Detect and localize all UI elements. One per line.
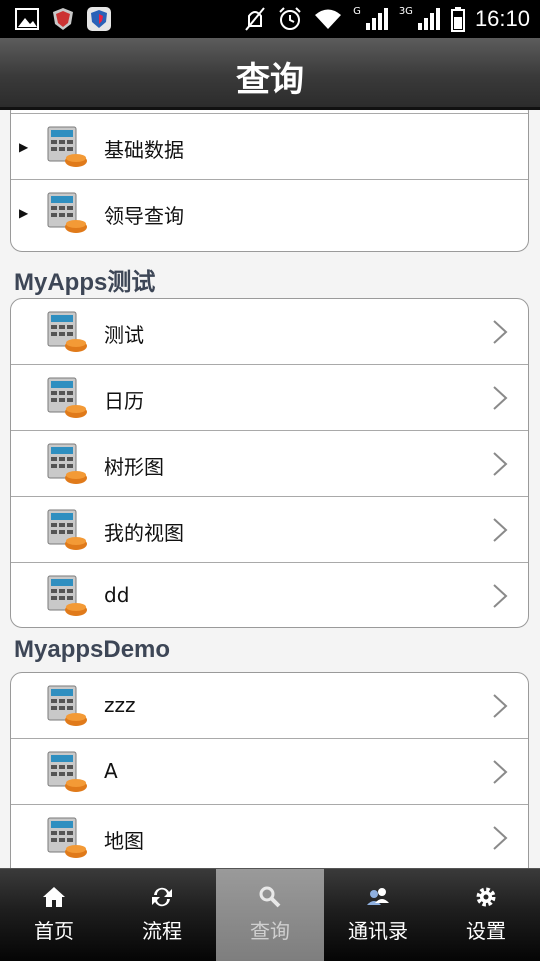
section-header-myapps-demo: MyappsDemo	[14, 636, 171, 663]
tab-contacts[interactable]: 通讯录	[324, 869, 432, 961]
calculator-icon	[47, 377, 87, 418]
list-item-label: 我的视图	[104, 521, 184, 545]
chevron-right-icon	[493, 826, 508, 850]
chevron-right-icon	[493, 320, 508, 344]
mute-icon	[245, 7, 265, 31]
calculator-icon	[47, 192, 87, 233]
calculator-icon	[47, 126, 87, 167]
tab-settings[interactable]: 设置	[432, 869, 540, 961]
calculator-icon	[47, 751, 87, 792]
expand-triangle-icon: ▶	[19, 206, 29, 220]
expand-triangle-icon: ▶	[19, 140, 29, 154]
group-myapps-demo: zzz A 地图	[10, 672, 529, 868]
group-myapps-test: 测试 日历 树形图 我的视图 dd	[10, 298, 529, 628]
chevron-right-icon	[493, 584, 508, 608]
list-item-dd[interactable]: dd	[11, 563, 528, 627]
list-item-label: 地图	[104, 829, 144, 853]
network-type-2: 3G	[398, 5, 413, 17]
clock: 16:10	[474, 6, 530, 31]
gear-icon	[476, 887, 496, 907]
search-icon	[259, 886, 281, 908]
list-item-my-view[interactable]: 我的视图	[11, 497, 528, 563]
tab-label: 流程	[142, 919, 182, 943]
chevron-right-icon	[493, 518, 508, 542]
list-item-label: zzz	[104, 693, 136, 717]
calculator-icon	[47, 509, 87, 550]
contacts-icon	[367, 888, 389, 905]
bottom-tab-bar: 首页 流程 查询 通讯录 设置	[0, 868, 540, 961]
title-bar: 查询	[0, 38, 540, 110]
list-item-label: 领导查询	[104, 204, 184, 228]
list-item-label: 日历	[104, 389, 144, 413]
calculator-icon	[47, 575, 87, 616]
home-icon	[43, 887, 65, 907]
alarm-icon	[279, 7, 301, 30]
tab-home[interactable]: 首页	[0, 869, 108, 961]
chevron-right-icon	[493, 452, 508, 476]
gallery-notification-icon	[15, 8, 39, 30]
list-item-basic-data[interactable]: ▶ 基础数据	[11, 114, 528, 180]
list-item-label: A	[104, 759, 118, 783]
shield-notification-icon	[53, 8, 73, 30]
list-item-label: 基础数据	[104, 138, 184, 162]
tab-label: 通讯录	[348, 919, 408, 943]
calculator-icon	[47, 311, 87, 352]
group-basic: ▶ 基础数据 ▶ 领导查询	[10, 110, 529, 252]
list-item-zzz[interactable]: zzz	[11, 673, 528, 739]
list-item-map[interactable]: 地图	[11, 805, 528, 868]
list-item-leader-query[interactable]: ▶ 领导查询	[11, 180, 528, 246]
calculator-icon	[47, 443, 87, 484]
tab-query[interactable]: 查询	[216, 869, 324, 961]
page-title: 查询	[236, 60, 304, 100]
battery-icon	[450, 7, 465, 32]
list-item-label: dd	[104, 583, 130, 607]
status-bar: G 3G 16:10	[0, 0, 540, 38]
chevron-right-icon	[493, 694, 508, 718]
chevron-right-icon	[493, 386, 508, 410]
signal-icon-2	[417, 8, 440, 30]
security-notification-icon	[87, 7, 111, 31]
network-type-1: G	[353, 5, 361, 17]
workflow-icon	[152, 887, 172, 907]
wifi-icon	[315, 9, 342, 29]
calculator-icon	[47, 817, 87, 858]
calculator-icon	[47, 685, 87, 726]
list-item-test[interactable]: 测试	[11, 299, 528, 365]
tab-label: 首页	[34, 919, 74, 943]
list-item-tree[interactable]: 树形图	[11, 431, 528, 497]
tab-label: 设置	[466, 919, 506, 943]
section-header-myapps-test: MyApps测试	[14, 269, 156, 296]
signal-icon	[365, 8, 388, 30]
query-list[interactable]: ▶ 基础数据 ▶ 领导查询 MyApps测试 测试 日历 树形图 我的视图 dd…	[0, 110, 540, 868]
list-item-label: 测试	[104, 323, 144, 347]
list-item-a[interactable]: A	[11, 739, 528, 805]
tab-label: 查询	[250, 919, 290, 943]
chevron-right-icon	[493, 760, 508, 784]
list-item-label: 树形图	[104, 455, 164, 479]
tab-workflow[interactable]: 流程	[108, 869, 216, 961]
list-item-calendar[interactable]: 日历	[11, 365, 528, 431]
